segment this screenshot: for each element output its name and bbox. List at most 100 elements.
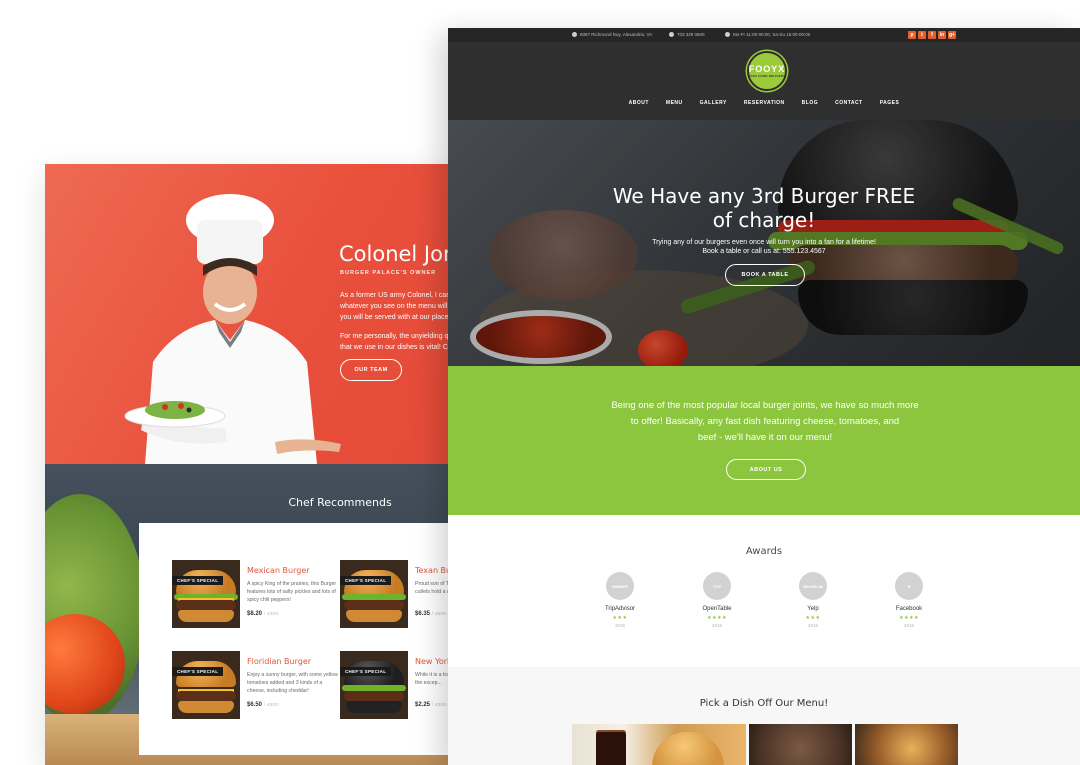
section-title: Chef Recommends (288, 496, 392, 509)
address-info: 6087 Richmond hwy, Alexandria, VA (572, 32, 652, 37)
award-stars: ★★★ (805, 615, 821, 621)
tripadvisor-badge-icon: WINNER (606, 572, 634, 600)
award-name: OpenTable (702, 606, 732, 612)
intro-section: Being one of the most popular local burg… (448, 366, 1080, 515)
dish-price: $6.50 / 450G (247, 702, 279, 708)
award-year: 2016 (614, 623, 625, 628)
chef-recommends-section: Chef Recommends CHEF'S SPECIAL Mexican B… (45, 464, 465, 765)
logo-subtitle: FAST FOOD DELIVERY (748, 74, 786, 78)
top-bar: 6087 Richmond hwy, Alexandria, VA 703 32… (448, 28, 1080, 42)
hero-title-line: We Have any 3rd Burger FREE (612, 184, 916, 208)
award-name: Yelp (807, 606, 819, 612)
nav-reservation[interactable]: RESERVATION (744, 100, 785, 106)
intro-text: Being one of the most popular local burg… (598, 398, 932, 446)
chef-name: Colonel Jona (339, 242, 465, 266)
address-text: 6087 Richmond hwy, Alexandria, VA (580, 32, 653, 37)
award-item: TOP OpenTable ★★★★ 2016 (687, 572, 747, 628)
site-header: 6087 Richmond hwy, Alexandria, VA 703 32… (448, 28, 1080, 120)
nav-gallery[interactable]: GALLERY (700, 100, 727, 106)
phone-text[interactable]: 703 329 0600 (677, 32, 705, 37)
pinterest-icon[interactable]: p (908, 31, 916, 39)
intro-line: Being one of the most popular local burg… (611, 400, 919, 411)
chef-bio-line: As a former US army Colonel, I can (340, 292, 451, 299)
facebook-icon[interactable]: f (928, 31, 936, 39)
cola-glass-image (596, 730, 626, 765)
nav-menu[interactable]: MENU (666, 100, 683, 106)
dish-description: A spicy King of the prairies, this Burge… (247, 581, 337, 603)
main-nav: ABOUT MENU GALLERY RESERVATION BLOG CONT… (448, 100, 1080, 106)
chefs-special-badge: CHEF'S SPECIAL (340, 576, 392, 585)
showcase-stage: Colonel Jona BURGER PALACE'S OWNER As a … (0, 0, 1080, 765)
chef-bio-line: that we use in our dishes is vital! Co (340, 343, 452, 351)
menu-photo-burger[interactable] (749, 724, 852, 765)
front-page-preview: 6087 Richmond hwy, Alexandria, VA 703 32… (448, 28, 1080, 765)
google-plus-icon[interactable]: g+ (948, 31, 956, 39)
dish-photo: CHEF'S SPECIAL (172, 651, 240, 719)
dish-photo: CHEF'S SPECIAL (340, 651, 408, 719)
chef-hero-section: Colonel Jona BURGER PALACE'S OWNER As a … (45, 164, 465, 464)
chef-photo (124, 194, 341, 464)
social-links: p t f in g+ (908, 31, 956, 39)
book-a-table-button[interactable]: BOOK A TABLE (725, 264, 805, 286)
award-stars: ★★★★ (707, 615, 727, 621)
back-page-preview: Colonel Jona BURGER PALACE'S OWNER As a … (45, 164, 465, 765)
bun-image (652, 732, 724, 765)
chefs-special-badge: CHEF'S SPECIAL (172, 667, 224, 676)
dish-name[interactable]: Mexican Burger (247, 566, 310, 575)
hero-section: We Have any 3rd Burger FREE of charge! T… (448, 120, 1080, 366)
our-team-button[interactable]: OUR TEAM (340, 359, 402, 381)
dish-item[interactable]: CHEF'S SPECIAL Texan Bur Proud son of T.… (340, 560, 465, 630)
hours-text: Mo-Fr 11:00-00:00, Sa-Su 15:00-00:00 (733, 32, 811, 37)
chef-role: BURGER PALACE'S OWNER (340, 270, 437, 276)
location-pin-icon (572, 32, 577, 37)
nav-contact[interactable]: CONTACT (835, 100, 863, 106)
intro-line: beef - we'll have it on our menu! (697, 432, 833, 443)
facebook-badge-icon: ★ (895, 572, 923, 600)
clock-icon (725, 32, 730, 37)
intro-line: to offer! Basically, any fast dish featu… (630, 416, 900, 427)
linkedin-icon[interactable]: in (938, 31, 946, 39)
dish-description: Enjoy a sunny burger, with some yellow t… (247, 672, 338, 694)
site-logo[interactable]: FOOYX FAST FOOD DELIVERY (747, 51, 787, 91)
award-name: Facebook (895, 606, 923, 612)
menu-section: Pick a Dish Off Our Menu! (448, 667, 1080, 765)
recommends-card: CHEF'S SPECIAL Mexican Burger A spicy Ki… (139, 523, 465, 755)
about-us-button[interactable]: ABOUT US (726, 459, 806, 480)
dish-name[interactable]: Floridian Burger (247, 657, 311, 666)
dish-photo: CHEF'S SPECIAL (340, 560, 408, 628)
awards-title: Awards (745, 546, 783, 557)
dish-item[interactable]: CHEF'S SPECIAL Mexican Burger A spicy Ki… (172, 560, 342, 630)
chef-bio-line: whatever you see on the menu will (340, 303, 448, 311)
dish-price: $8.20 / 400G (247, 611, 279, 617)
nav-pages[interactable]: PAGES (880, 100, 900, 106)
phone-info[interactable]: 703 329 0600 (669, 32, 705, 37)
hero-title-line: of charge! (712, 208, 816, 232)
menu-photo-dish[interactable] (855, 724, 958, 765)
opentable-badge-icon: TOP (703, 572, 731, 600)
award-name: TripAdvisor (604, 606, 636, 612)
twitter-icon[interactable]: t (918, 31, 926, 39)
dish-item[interactable]: CHEF'S SPECIAL New Yorke While it is a t… (340, 651, 465, 721)
menu-title: Pick a Dish Off Our Menu! (699, 698, 829, 709)
dish-photo: CHEF'S SPECIAL (172, 560, 240, 628)
menu-photo-cola-burger[interactable] (572, 724, 746, 765)
award-item: WINNER TripAdvisor ★★★ 2016 (590, 572, 650, 628)
dish-price: $6.35 / 450G (415, 611, 447, 617)
nav-about[interactable]: ABOUT (629, 100, 649, 106)
logo-title: FOOYX (748, 64, 786, 74)
award-year: 2016 (807, 623, 818, 628)
awards-section: Awards WINNER TripAdvisor ★★★ 2016 TOP O… (448, 515, 1080, 667)
nav-blog[interactable]: BLOG (802, 100, 818, 106)
hero-subtitle-line: Book a table or call us at: 555.123.4567 (702, 248, 826, 255)
hero-subtitle: Trying any of our burgers even once will… (448, 238, 1080, 256)
dish-price: $2.25 / 450G (415, 702, 447, 708)
chefs-special-badge: CHEF'S SPECIAL (172, 576, 224, 585)
chefs-special-badge: CHEF'S SPECIAL (340, 667, 392, 676)
hours-info: Mo-Fr 11:00-00:00, Sa-Su 15:00-00:00 (725, 32, 810, 37)
dish-item[interactable]: CHEF'S SPECIAL Floridian Burger Enjoy a … (172, 651, 342, 721)
award-year: 2016 (903, 623, 914, 628)
phone-icon (669, 32, 674, 37)
chef-bio-line: For me personally, the unyielding q (340, 332, 449, 340)
award-year: 2016 (711, 623, 722, 628)
award-stars: ★★★ (612, 615, 628, 621)
